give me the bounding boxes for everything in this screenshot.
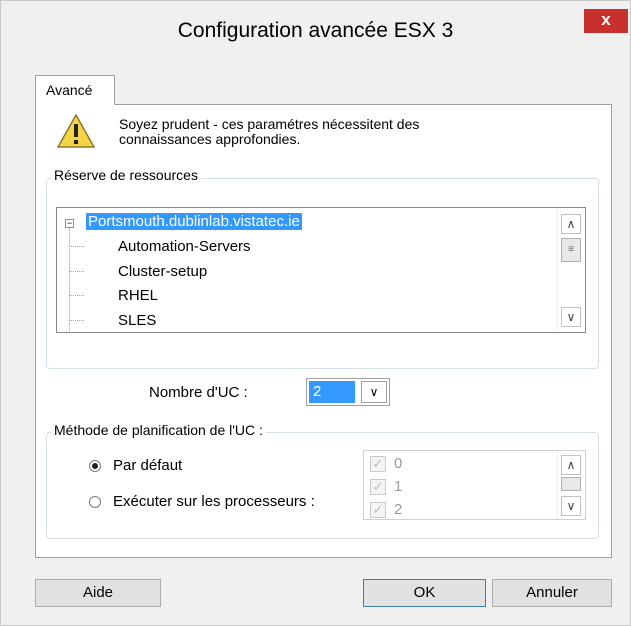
scheduling-group-label: Méthode de planification de l'UC : <box>51 422 266 438</box>
chevron-down-icon[interactable]: ∨ <box>361 381 387 403</box>
tab-label: Avancé <box>46 82 93 98</box>
window-title: Configuration avancée ESX 3 <box>177 19 454 42</box>
cancel-button[interactable]: Annuler <box>492 579 612 607</box>
scroll-down-icon[interactable]: ∨ <box>561 307 581 327</box>
warning-triangle-icon <box>56 113 96 148</box>
scroll-up-icon[interactable]: ∧ <box>561 214 581 234</box>
warning-text: Soyez prudent - ces paramétres nécessite… <box>119 116 420 147</box>
resource-group-label: Réserve de ressources <box>51 167 201 183</box>
resource-tree[interactable]: − Portsmouth.dublinlab.vistatec.ie Autom… <box>56 207 586 333</box>
radio-default-label[interactable]: Par défaut <box>113 457 182 474</box>
tab-avance[interactable]: Avancé <box>35 75 115 105</box>
tree-item-automation-servers[interactable]: Automation-Servers <box>118 238 251 255</box>
collapse-icon[interactable]: − <box>65 219 74 228</box>
tree-item-cluster-setup[interactable]: Cluster-setup <box>118 263 207 280</box>
tree-scrollbar[interactable]: ∧ ≡ ∨ <box>557 208 585 332</box>
cpu-count-label: Nombre d'UC : <box>149 384 248 401</box>
radio-run-on-processors-label[interactable]: Exécuter sur les processeurs : <box>113 493 315 510</box>
processor-label-1: 1 <box>394 478 403 495</box>
tree-root-item[interactable]: Portsmouth.dublinlab.vistatec.ie <box>86 213 302 230</box>
close-button[interactable]: x <box>584 9 628 33</box>
processor-checkbox-1[interactable]: ✓ <box>370 479 386 495</box>
title-bar[interactable]: Configuration avancée ESX 3 x <box>1 1 630 59</box>
radio-default[interactable] <box>89 460 101 472</box>
processor-list[interactable]: ✓ 0 ✓ 1 ✓ 2 ∧ ∨ <box>363 450 586 520</box>
radio-run-on-processors[interactable] <box>89 496 101 508</box>
scroll-down-icon[interactable]: ∨ <box>561 496 581 516</box>
scroll-thumb[interactable]: ≡ <box>561 238 581 262</box>
cpu-count-value: 2 <box>309 381 355 403</box>
tree-item-sles[interactable]: SLES <box>118 312 156 329</box>
processor-label-2: 2 <box>394 501 403 518</box>
scroll-thumb[interactable] <box>561 477 581 491</box>
tree-lines <box>69 228 84 332</box>
scroll-up-icon[interactable]: ∧ <box>561 455 581 475</box>
tree-item-rhel[interactable]: RHEL <box>118 287 158 304</box>
ok-button[interactable]: OK <box>363 579 486 607</box>
processor-label-0: 0 <box>394 455 403 472</box>
cpu-count-select[interactable]: 2 ∨ <box>306 378 390 406</box>
processor-checkbox-0[interactable]: ✓ <box>370 456 386 472</box>
dialog-window: Configuration avancée ESX 3 x Avancé Soy… <box>0 0 631 626</box>
processor-scrollbar[interactable]: ∧ ∨ <box>557 451 585 519</box>
help-button[interactable]: Aide <box>35 579 161 607</box>
processor-checkbox-2[interactable]: ✓ <box>370 502 386 518</box>
